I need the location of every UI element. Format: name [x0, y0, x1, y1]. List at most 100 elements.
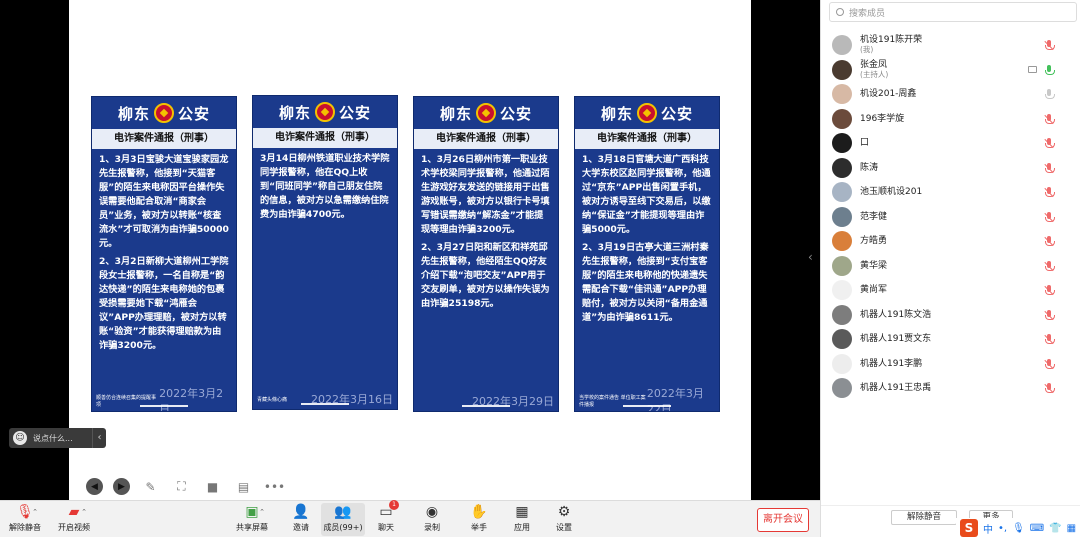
member-name: 机设201-周鑫	[860, 89, 916, 99]
member-row[interactable]: 机器人191贾文东	[821, 327, 1080, 352]
unmute-button[interactable]: 🎙 ⌃ 解除静音	[2, 503, 48, 533]
member-name: 机器人191李鹏	[860, 359, 922, 369]
mic-muted-icon[interactable]	[1044, 358, 1055, 370]
member-name: 池玉顺机设201	[860, 187, 922, 197]
leave-meeting-button[interactable]: 离开会议	[757, 508, 809, 532]
card-header-right: 公安	[339, 103, 372, 122]
card-subtitle: 电诈案件通报（刑事）	[253, 128, 397, 148]
annotation-toolbar: ◀ ▶ ✎ ⛶ ■ ▤ •••	[86, 478, 285, 495]
ime-punct-icon[interactable]: •,	[998, 523, 1007, 534]
scroll-left-icon[interactable]: ‹	[808, 250, 813, 264]
mic-muted-icon[interactable]	[1044, 113, 1055, 125]
ime-toolbox-icon[interactable]: ▦	[1067, 523, 1076, 534]
mic-muted-icon[interactable]	[1044, 40, 1055, 51]
next-page-icon[interactable]: ▶	[113, 478, 130, 495]
pen-icon[interactable]: ✎	[140, 478, 161, 495]
ime-keyboard-icon[interactable]: ⌨	[1030, 523, 1044, 534]
fraud-notice-card: 柳东 公安 电诈案件通报（刑事） 1、3月26日柳州市第一职业技术学校梁同学报警称，他…	[413, 96, 559, 412]
fraud-notice-card: 柳东 公安 电诈案件通报（刑事） 1、3月3日宝骏大道宝骏家园龙先生报警称，他接到“天…	[91, 96, 237, 412]
start-video-button[interactable]: ▰ ⌃ 开启视频	[51, 503, 97, 533]
mic-muted-icon[interactable]	[1044, 260, 1055, 272]
member-search-input[interactable]: 搜索成员	[829, 2, 1077, 22]
emoji-icon[interactable]: ☺	[13, 431, 27, 445]
more-icon[interactable]: •••	[264, 478, 285, 495]
avatar	[832, 378, 852, 399]
member-name-text: 范李健	[860, 211, 888, 222]
card-body: 1、3月18日官塘大道广西科技大学东校区赵同学报警称，他通过“京东”APP出售闲…	[575, 149, 719, 325]
ime-voice-icon[interactable]: 🎙	[1012, 523, 1025, 534]
mic-muted-icon[interactable]	[1044, 309, 1055, 321]
member-name: 机器人191陈文浩	[860, 310, 931, 320]
panel-actions: 解除静音 更多 S 中 •, 🎙 ⌨ 👕 ▦	[821, 505, 1080, 537]
member-name-text: 池玉顺机设201	[860, 187, 923, 198]
member-name: 陈涛	[860, 163, 878, 173]
member-name-text: 黄华梁	[860, 260, 888, 271]
members-button[interactable]: 👥 成员(99+)	[321, 503, 365, 536]
meeting-window: 柳东 公安 电诈案件通报（刑事） 1、3月3日宝骏大道宝骏家园龙先生报警称，他接到“天…	[0, 0, 1080, 537]
mic-icon[interactable]	[1045, 89, 1055, 100]
member-row[interactable]: 方皓勇	[821, 229, 1080, 254]
mic-muted-icon[interactable]	[1044, 285, 1055, 296]
settings-button[interactable]: ⚙ 设置	[541, 503, 587, 533]
member-row[interactable]: 黄华梁	[821, 254, 1080, 279]
mic-icon[interactable]	[1045, 64, 1055, 76]
record-icon: ◉	[425, 504, 439, 520]
collapse-icon[interactable]: ‹	[92, 428, 106, 448]
member-row[interactable]: 196李学旋	[821, 107, 1080, 132]
mic-muted-icon[interactable]	[1044, 187, 1055, 198]
prev-page-icon[interactable]: ◀	[86, 478, 103, 495]
member-row[interactable]: 口	[821, 131, 1080, 156]
raise-hand-button[interactable]: ✋ 举手	[456, 503, 502, 533]
mic-muted-icon[interactable]	[1044, 383, 1055, 394]
member-row[interactable]: 机器人191李鹏	[821, 352, 1080, 377]
member-name-text: 机器人191贾文东	[860, 334, 932, 345]
police-badge-icon	[315, 102, 335, 122]
member-row[interactable]: 池玉顺机设201	[821, 180, 1080, 205]
card-paragraph: 2、3月19日古亭大道三洲村秦先生报警称，他接到“支付宝客服”的陌生来电称他的快…	[582, 242, 709, 323]
mic-muted-icon[interactable]	[1044, 334, 1055, 345]
avatar	[832, 108, 852, 129]
record-button[interactable]: ◉ 录制	[409, 503, 455, 533]
invite-button[interactable]: 👤 邀请	[278, 503, 324, 533]
member-row[interactable]: 黄尚军	[821, 278, 1080, 303]
card-paragraph: 3月14日柳州铁道职业技术学院同学报警称，他在QQ上收到“同班同学”称自己朋友住…	[260, 153, 390, 220]
member-row[interactable]: 机器人191陈文浩	[821, 303, 1080, 328]
chat-quick-input[interactable]: ☺ 说点什么... ‹	[9, 428, 106, 448]
video-progress-bar	[301, 403, 349, 405]
member-name-text: 张金凤	[860, 59, 888, 70]
screen-share-icon	[1028, 65, 1037, 73]
member-row[interactable]: 张金凤 (主持人)	[821, 58, 1080, 83]
share-screen-icon: ▣ ⌃	[245, 504, 265, 520]
meeting-toolbar: 🎙 ⌃ 解除静音 ▰ ⌃ 开启视频 ▣ ⌃ 共享屏幕 👤 邀请 👥 成员(99+) ▭…	[0, 500, 820, 537]
avatar	[832, 353, 852, 374]
chat-badge: 1	[389, 500, 399, 510]
card-header-right: 公安	[661, 104, 694, 123]
mic-muted-icon[interactable]	[1044, 211, 1055, 223]
apps-button[interactable]: ▦ 应用	[499, 503, 545, 533]
member-row[interactable]: 机设191陈开荣 (我)	[821, 33, 1080, 58]
camera-icon[interactable]: ■	[202, 478, 223, 495]
chat-button[interactable]: ▭ 1 聊天	[363, 500, 409, 533]
card-body: 3月14日柳州铁道职业技术学院同学报警称，他在QQ上收到“同班同学”称自己朋友住…	[253, 148, 397, 222]
comment-icon[interactable]: ▤	[233, 478, 254, 495]
member-row[interactable]: 陈涛	[821, 156, 1080, 181]
ime-skin-icon[interactable]: 👕	[1049, 523, 1061, 534]
member-row[interactable]: 机设201-周鑫	[821, 82, 1080, 107]
mic-muted-icon[interactable]	[1044, 138, 1055, 149]
mic-muted-icon[interactable]	[1044, 236, 1055, 247]
share-screen-button[interactable]: ▣ ⌃ 共享屏幕	[229, 503, 275, 533]
avatar	[832, 255, 852, 276]
card-source: 青藏头條心痛	[257, 396, 288, 403]
member-name-text: 机器人191王忠禹	[860, 383, 932, 394]
member-name-text: 机设191陈开荣	[860, 35, 923, 46]
fraud-notice-card: 柳东 公安 电诈案件通报（刑事） 3月14日柳州铁道职业技术学院同学报警称，他在QQ上…	[252, 95, 398, 410]
card-paragraph: 2、3月2日新柳大道柳州工学院段女士报警称，一名自称是“韵达快递”的陌生来电称她…	[99, 256, 229, 351]
mic-muted-icon[interactable]	[1044, 162, 1055, 174]
member-name-text: 机器人191李鹏	[860, 358, 923, 369]
unmute-all-button[interactable]: 解除静音	[891, 510, 957, 525]
ime-language[interactable]: 中	[983, 521, 993, 536]
member-row[interactable]: 范李健	[821, 205, 1080, 230]
video-progress-bar	[462, 405, 510, 407]
crop-icon[interactable]: ⛶	[171, 478, 192, 495]
member-row[interactable]: 机器人191王忠禹	[821, 376, 1080, 401]
